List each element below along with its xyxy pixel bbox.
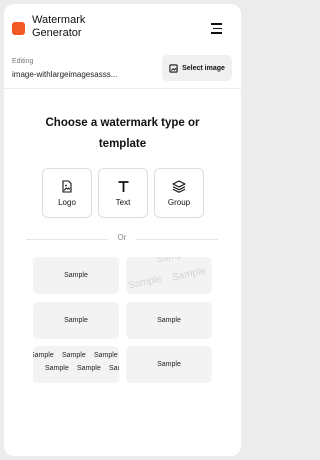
template-card[interactable]: Sample Sample Sample Sample Sample Sampl…: [33, 346, 119, 383]
type-logo-label: Logo: [58, 197, 76, 207]
or-label: Or: [117, 233, 127, 242]
divider-right: [136, 239, 218, 240]
template-card[interactable]: Sample: [33, 302, 119, 339]
image-file-icon: [169, 63, 178, 73]
file-name: image-withlargeimagesasss...: [12, 70, 118, 79]
template-card[interactable]: Sample Sample Sample: [126, 257, 212, 294]
select-image-label: Select image: [182, 64, 225, 72]
select-image-button[interactable]: Select image: [162, 55, 232, 81]
editing-label: Editing: [12, 58, 34, 65]
divider: [4, 88, 241, 89]
template-sample-text: Sample: [64, 272, 88, 279]
template-sample-text: Sample: [33, 352, 54, 359]
type-group-button[interactable]: Group: [154, 168, 204, 218]
app-logo: [12, 22, 25, 35]
template-sample-text: Sample: [77, 365, 101, 372]
text-t-icon: [118, 180, 128, 192]
template-sample-text: Sample: [157, 361, 181, 368]
template-sample-text: Sample: [157, 317, 181, 324]
image-icon: [62, 179, 72, 193]
template-sample-text: Sample: [45, 365, 69, 372]
template-card[interactable]: Sample: [126, 346, 212, 383]
template-sample-text: Sample: [109, 365, 119, 372]
type-text-label: Text: [115, 197, 131, 207]
template-sample-text: Sample: [62, 352, 86, 359]
type-logo-button[interactable]: Logo: [42, 168, 92, 218]
header: Watermark Generator: [4, 4, 241, 52]
template-card[interactable]: Sample: [33, 257, 119, 294]
app-title: Watermark Generator: [32, 14, 86, 39]
template-sample-text: Sample: [155, 257, 190, 265]
app-frame: Watermark Generator Editing image-withla…: [4, 4, 241, 456]
type-text-button[interactable]: Text: [98, 168, 148, 218]
layers-icon: [172, 179, 186, 193]
template-sample-text: Sample: [127, 273, 163, 292]
menu-icon[interactable]: [207, 18, 227, 38]
template-card[interactable]: Sample: [126, 302, 212, 339]
page-heading: Choose a watermark type or template: [45, 117, 200, 150]
template-sample-text: Sample: [171, 265, 207, 284]
type-group-label: Group: [167, 197, 191, 207]
template-sample-text: Sample: [64, 317, 88, 324]
divider-left: [26, 239, 108, 240]
template-sample-text: Sample: [94, 352, 118, 359]
